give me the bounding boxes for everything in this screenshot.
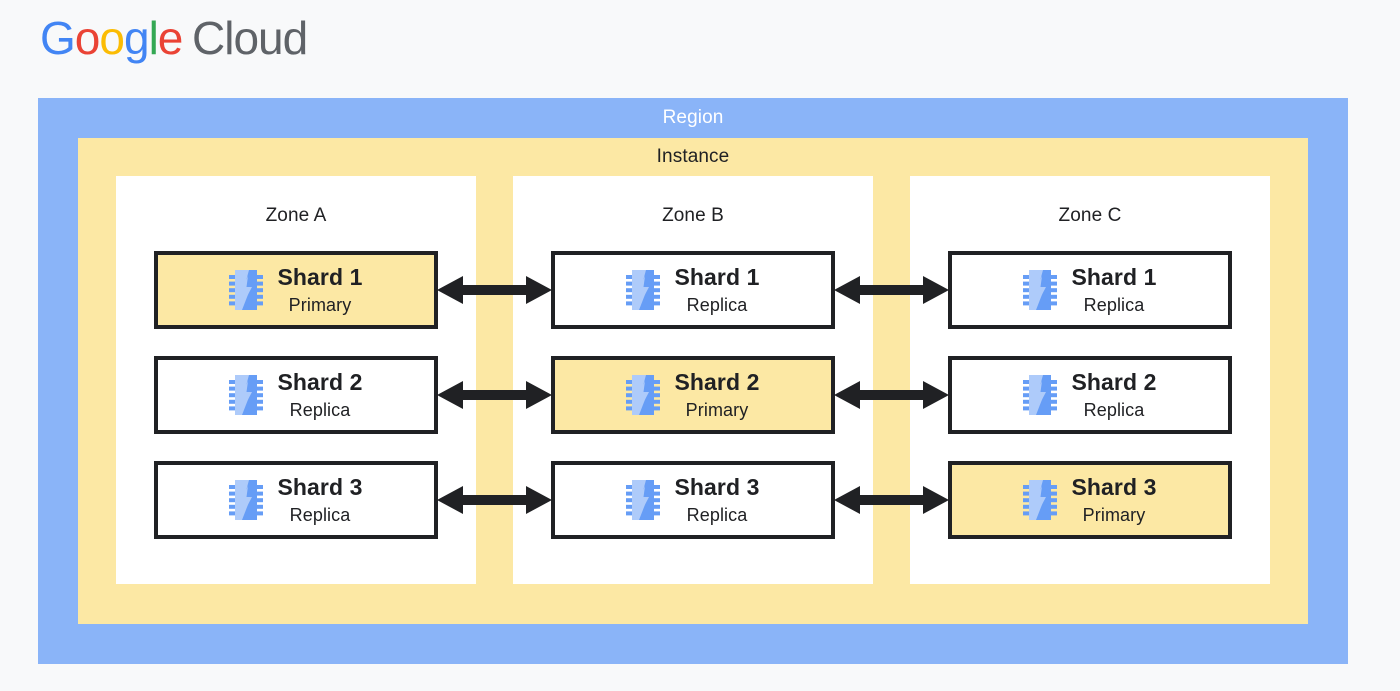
shard-title: Shard 2	[674, 369, 760, 395]
shard-chip-icon	[1023, 375, 1058, 415]
shard-card-text: Shard 3 Replica	[674, 474, 760, 525]
shard-title: Shard 1	[674, 264, 760, 290]
region-container: Region Instance Zone A Shard 1 Primary Shar…	[38, 98, 1348, 664]
shard-role: Replica	[289, 505, 351, 525]
shard-title: Shard 1	[277, 264, 363, 290]
shard-card[interactable]: Shard 2 Replica	[948, 356, 1232, 434]
shard-chip-icon	[626, 375, 661, 415]
shard-role: Replica	[1083, 295, 1145, 315]
zone-label: Zone C	[1058, 205, 1122, 226]
shard-card-text: Shard 1 Primary	[277, 264, 363, 315]
shard-chip-icon	[229, 375, 264, 415]
shard-card-list: Shard 1 Replica Shard 2 Primary Shard 3 Repli…	[513, 251, 873, 539]
shard-card[interactable]: Shard 2 Replica	[154, 356, 438, 434]
svg-text:Google: Google	[40, 12, 182, 64]
shard-title: Shard 3	[277, 474, 363, 500]
shard-title: Shard 3	[1071, 474, 1157, 500]
shard-role: Primary	[1082, 505, 1146, 525]
shard-card[interactable]: Shard 1 Replica	[948, 251, 1232, 329]
shard-title: Shard 3	[674, 474, 760, 500]
google-cloud-logo: Google Cloud	[40, 12, 312, 68]
shard-card-text: Shard 2 Primary	[674, 369, 760, 420]
shard-chip-icon	[1023, 480, 1058, 520]
shard-card-text: Shard 1 Replica	[1071, 264, 1157, 315]
shard-card[interactable]: Shard 3 Replica	[154, 461, 438, 539]
google-cloud-wordmark-svg: Google Cloud	[40, 12, 308, 64]
shard-card-text: Shard 1 Replica	[674, 264, 760, 315]
shard-role: Replica	[1083, 400, 1145, 420]
shard-chip-icon	[1023, 270, 1058, 310]
shard-card[interactable]: Shard 2 Primary	[551, 356, 835, 434]
shard-chip-icon	[229, 270, 264, 310]
zone-panel-zone-b: Zone B Shard 1 Replica Shard 2 Primary Shard …	[513, 176, 873, 584]
shard-card-list: Shard 1 Replica Shard 2 Replica Shard 3 Prima…	[910, 251, 1270, 539]
shard-card[interactable]: Shard 3 Replica	[551, 461, 835, 539]
diagram-page: Google Cloud Region Instance Zone A Shard…	[0, 0, 1400, 691]
shard-chip-icon	[626, 270, 661, 310]
shard-chip-icon	[229, 480, 264, 520]
zone-panel-zone-c: Zone C Shard 1 Replica Shard 2 Replica Shard …	[910, 176, 1270, 584]
zone-label: Zone A	[265, 205, 327, 226]
shard-card-text: Shard 2 Replica	[277, 369, 363, 420]
shard-role: Replica	[289, 400, 351, 420]
svg-text:Cloud: Cloud	[192, 12, 307, 64]
shard-card-text: Shard 2 Replica	[1071, 369, 1157, 420]
shard-title: Shard 1	[1071, 264, 1157, 290]
shard-card-text: Shard 3 Primary	[1071, 474, 1157, 525]
shard-card-list: Shard 1 Primary Shard 2 Replica Shard 3 Repli…	[116, 251, 476, 539]
zone-label: Zone B	[662, 205, 724, 226]
shard-card-text: Shard 3 Replica	[277, 474, 363, 525]
shard-card[interactable]: Shard 1 Replica	[551, 251, 835, 329]
shard-role: Primary	[685, 400, 749, 420]
shard-role: Primary	[288, 295, 352, 315]
region-label: Region	[662, 107, 724, 128]
instance-label: Instance	[656, 146, 730, 167]
shard-role: Replica	[686, 505, 748, 525]
shard-chip-icon	[626, 480, 661, 520]
instance-container: Instance Zone A Shard 1 Primary Shard 2 Repl…	[78, 138, 1308, 624]
zone-panel-zone-a: Zone A Shard 1 Primary Shard 2 Replica Shard …	[116, 176, 476, 584]
shard-title: Shard 2	[277, 369, 363, 395]
zones-row: Zone A Shard 1 Primary Shard 2 Replica Shard …	[116, 176, 1270, 584]
shard-card[interactable]: Shard 1 Primary	[154, 251, 438, 329]
shard-card[interactable]: Shard 3 Primary	[948, 461, 1232, 539]
shard-title: Shard 2	[1071, 369, 1157, 395]
shard-role: Replica	[686, 295, 748, 315]
